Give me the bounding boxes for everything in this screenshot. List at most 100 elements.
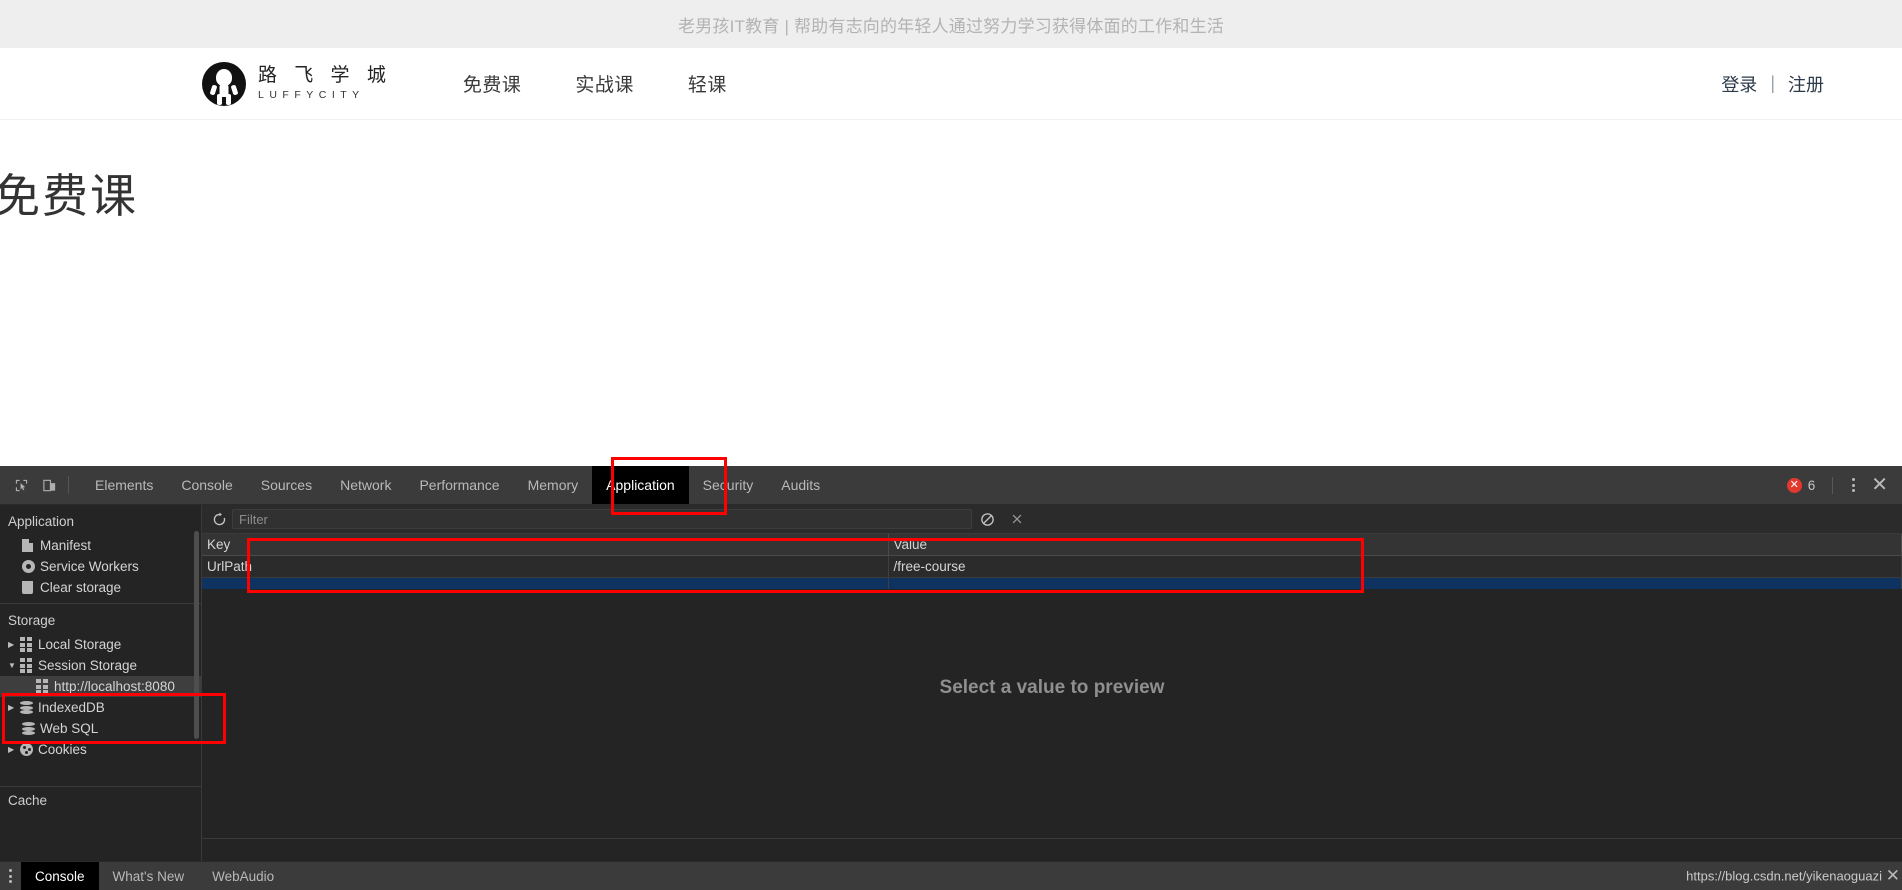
toolbar-divider — [68, 476, 69, 494]
site-nav: 免费课 实战课 轻课 — [436, 70, 754, 97]
devtools-body: Application Manifest Service Workers Cle… — [0, 505, 1902, 861]
tab-performance[interactable]: Performance — [405, 466, 513, 504]
auth-separator: | — [1770, 73, 1775, 93]
sidebar-item-cookies[interactable]: ▶ Cookies — [0, 739, 201, 760]
preview-empty-message: Select a value to preview — [939, 677, 1165, 698]
cell-value-empty[interactable] — [888, 577, 1902, 589]
trash-icon — [22, 581, 40, 594]
error-badge[interactable]: ✕ 6 — [1786, 477, 1816, 493]
close-icon[interactable]: ✕ — [1865, 475, 1900, 495]
close-icon[interactable]: ✕ — [1886, 866, 1900, 886]
sidebar-item-label: Local Storage — [38, 637, 122, 652]
tab-network[interactable]: Network — [326, 466, 405, 504]
site-topbar: 老男孩IT教育 | 帮助有志向的年轻人通过努力学习获得体面的工作和生活 — [0, 0, 1902, 48]
sidebar-item-indexeddb[interactable]: ▶ IndexedDB — [0, 697, 201, 718]
column-header-key[interactable]: Key — [202, 534, 889, 556]
device-toolbar-icon[interactable] — [35, 471, 63, 499]
nav-item-free-course[interactable]: 免费课 — [436, 70, 549, 97]
kebab-menu-icon[interactable] — [1842, 478, 1865, 492]
storage-table: Key Value UrlPath /free-course — [202, 534, 1902, 589]
column-header-value[interactable]: Value — [888, 534, 1902, 556]
clear-all-icon[interactable] — [972, 508, 1002, 530]
devtools-tabs: Elements Console Sources Network Perform… — [81, 466, 834, 504]
cell-value[interactable]: /free-course — [888, 555, 1902, 578]
delete-selected-icon[interactable] — [1002, 508, 1032, 530]
sidebar-scrollbar[interactable] — [194, 531, 199, 739]
sidebar-item-local-storage[interactable]: ▶ Local Storage — [0, 634, 201, 655]
devtools-drawer: Console What's New WebAudio https://blog… — [0, 861, 1902, 890]
panel-filler — [202, 839, 1902, 861]
devtools-tool-icons — [0, 471, 81, 499]
tab-application[interactable]: Application — [592, 466, 689, 504]
sidebar-item-manifest[interactable]: Manifest — [0, 535, 201, 556]
tab-console[interactable]: Console — [167, 466, 246, 504]
site-logo[interactable]: 路 飞 学 城 LUFFYCITY — [202, 61, 392, 106]
login-link[interactable]: 登录 — [1721, 71, 1757, 97]
screenshot-root: 老男孩IT教育 | 帮助有志向的年轻人通过努力学习获得体面的工作和生活 路 飞 … — [0, 0, 1902, 890]
devtools-panel: Elements Console Sources Network Perform… — [0, 466, 1902, 890]
sidebar-item-web-sql[interactable]: Web SQL — [0, 718, 201, 739]
site-header: 路 飞 学 城 LUFFYCITY 免费课 实战课 轻课 登录 | 注册 — [0, 48, 1902, 120]
tab-audits[interactable]: Audits — [767, 466, 834, 504]
web-page: 老男孩IT教育 | 帮助有志向的年轻人通过努力学习获得体面的工作和生活 路 飞 … — [0, 0, 1902, 466]
sidebar-item-label: IndexedDB — [38, 700, 105, 715]
logo-english-name: LUFFYCITY — [258, 89, 365, 102]
sidebar-section-cache: Cache — [8, 793, 48, 808]
database-icon — [22, 722, 40, 735]
tab-security[interactable]: Security — [689, 466, 768, 504]
logo-chinese-name: 路 飞 学 城 — [258, 65, 392, 87]
grid-icon — [20, 658, 38, 673]
gear-icon — [22, 560, 40, 573]
luffycity-mascot-icon — [202, 61, 246, 106]
tabbar-divider — [1832, 476, 1834, 494]
value-preview-area: Select a value to preview — [202, 589, 1902, 838]
chevron-right-icon[interactable]: ▶ — [8, 745, 19, 754]
storage-main-panel: Key Value UrlPath /free-course — [202, 505, 1902, 861]
sidebar-item-label: Cookies — [38, 742, 87, 757]
chevron-right-icon[interactable]: ▶ — [8, 703, 19, 712]
cell-key[interactable]: UrlPath — [202, 555, 889, 578]
document-icon — [22, 539, 40, 552]
register-link[interactable]: 注册 — [1788, 71, 1824, 97]
inspect-element-icon[interactable] — [7, 471, 35, 499]
sidebar-item-label: Service Workers — [40, 559, 139, 574]
sidebar-item-label: Manifest — [40, 538, 92, 553]
sidebar-item-clear-storage[interactable]: Clear storage — [0, 577, 201, 598]
kebab-menu-icon[interactable] — [0, 869, 21, 883]
sidebar-item-session-storage[interactable]: ▼ Session Storage — [0, 655, 201, 676]
sidebar-item-label: Web SQL — [40, 721, 99, 736]
grid-icon — [36, 679, 54, 694]
database-icon — [20, 701, 38, 714]
nav-item-practical-course[interactable]: 实战课 — [548, 70, 661, 97]
auth-links: 登录 | 注册 — [1721, 71, 1824, 97]
drawer-tab-whats-new[interactable]: What's New — [99, 862, 199, 890]
drawer-tab-console[interactable]: Console — [21, 862, 99, 890]
sidebar-section-storage: Storage — [8, 613, 56, 628]
logo-text: 路 飞 学 城 LUFFYCITY — [258, 66, 392, 101]
sidebar-item-localhost-8080[interactable]: http://localhost:8080 — [0, 676, 201, 697]
sidebar-item-label: Session Storage — [38, 658, 138, 673]
table-row-empty-selected[interactable] — [202, 577, 1902, 589]
tab-sources[interactable]: Sources — [247, 466, 326, 504]
sidebar-item-service-workers[interactable]: Service Workers — [0, 556, 201, 577]
nav-item-light-course[interactable]: 轻课 — [661, 70, 754, 97]
filter-input[interactable] — [232, 509, 972, 529]
sidebar-section-application: Application — [8, 514, 75, 529]
sidebar-item-label: http://localhost:8080 — [54, 679, 175, 694]
devtools-tabbar-right: ✕ 6 ✕ — [1786, 466, 1902, 504]
chevron-down-icon[interactable]: ▼ — [8, 661, 19, 670]
cell-key-empty[interactable] — [202, 577, 889, 589]
tab-memory[interactable]: Memory — [514, 466, 593, 504]
table-row[interactable]: UrlPath /free-course — [202, 555, 1902, 578]
storage-table-wrap: Key Value UrlPath /free-course — [202, 534, 1902, 589]
storage-filter-bar — [202, 505, 1902, 534]
chevron-right-icon[interactable]: ▶ — [8, 640, 19, 649]
drawer-tab-webaudio[interactable]: WebAudio — [198, 862, 288, 890]
table-header-row: Key Value — [202, 534, 1902, 556]
devtools-tabbar: Elements Console Sources Network Perform… — [0, 466, 1902, 505]
error-count: 6 — [1807, 477, 1816, 493]
error-circle-icon: ✕ — [1786, 477, 1802, 493]
tab-elements[interactable]: Elements — [81, 466, 167, 504]
refresh-icon[interactable] — [206, 508, 232, 530]
application-sidebar: Application Manifest Service Workers Cle… — [0, 505, 202, 861]
